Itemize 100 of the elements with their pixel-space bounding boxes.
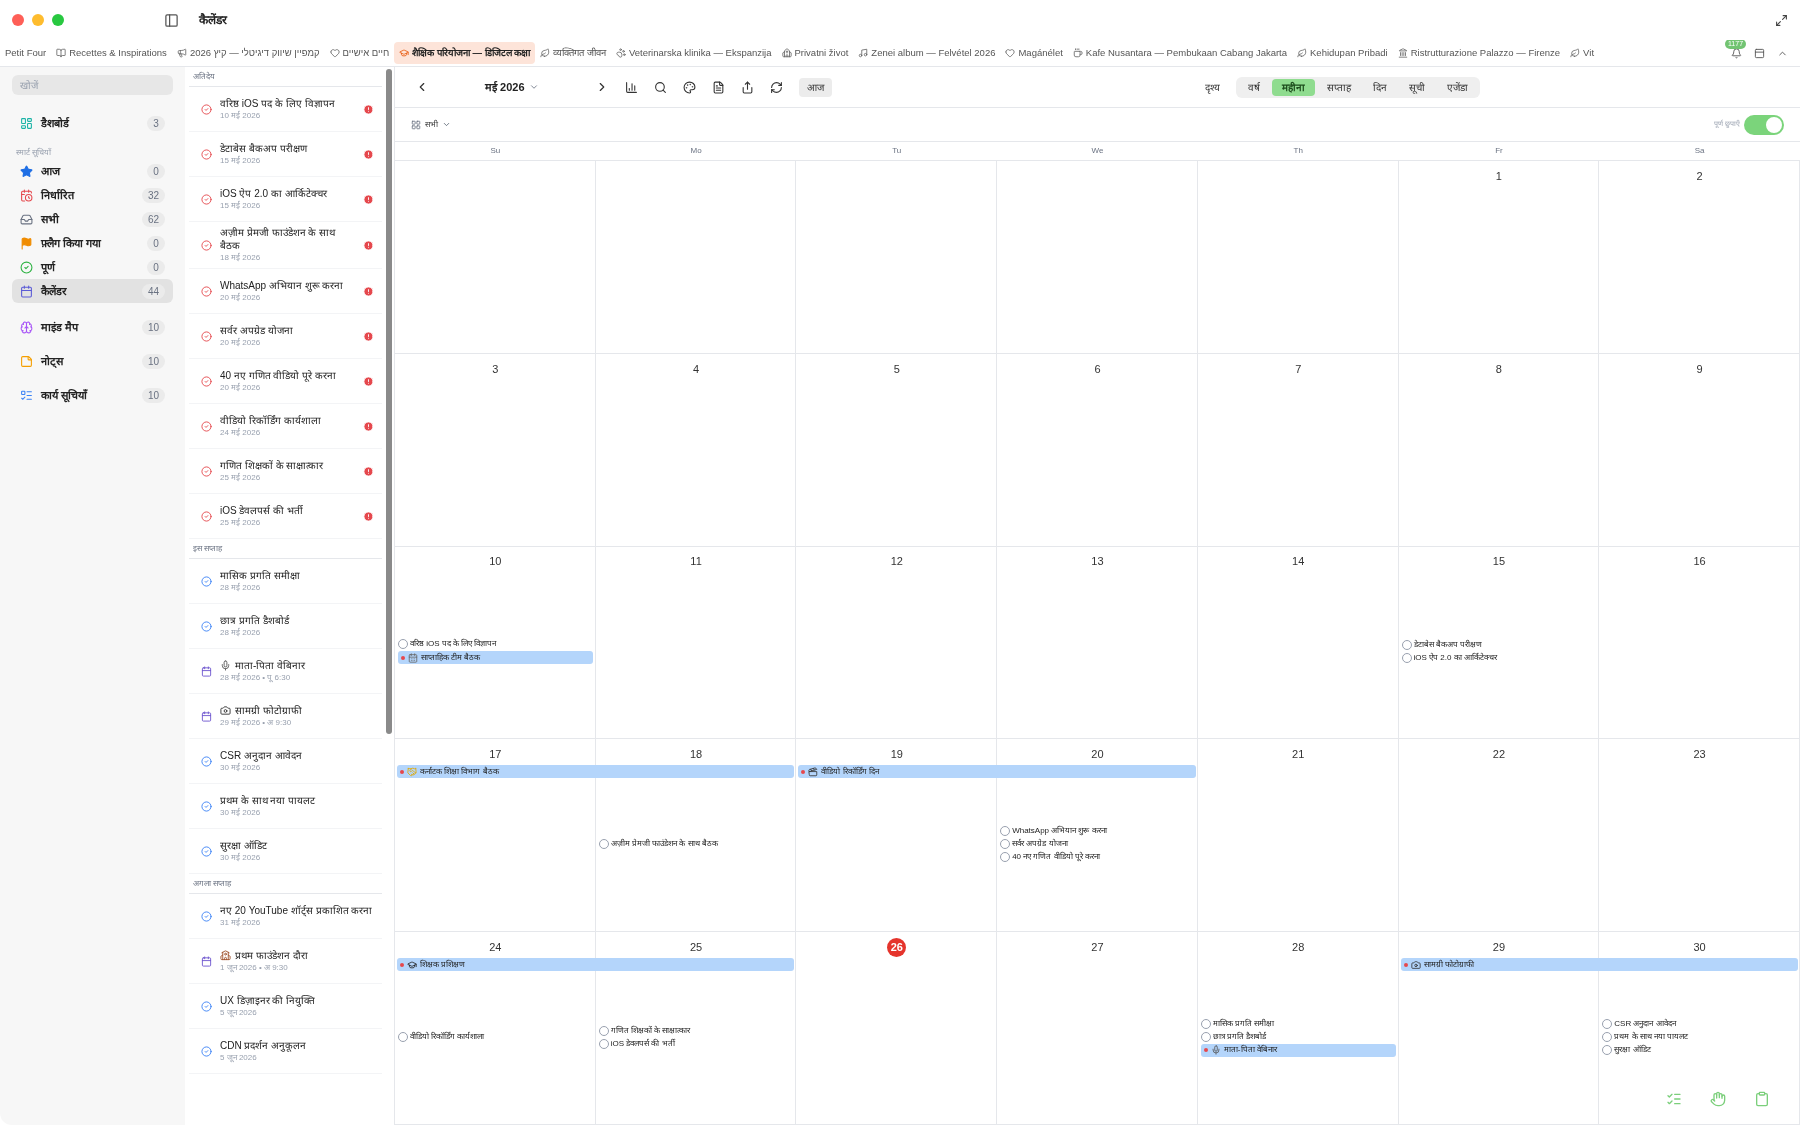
sidebar-item[interactable]: सभी 62 [12, 207, 173, 231]
project-tab[interactable]: Veterinarska klinika — Ekspanzija [610, 42, 777, 64]
task-checkbox[interactable] [1000, 852, 1011, 863]
filter-dropdown[interactable]: सभी [411, 118, 451, 131]
project-tab[interactable]: Kafe Nusantara — Pembukaan Cabang Jakarta [1067, 42, 1293, 64]
task-checkbox[interactable] [398, 1032, 408, 1043]
check-circle-icon[interactable] [201, 420, 212, 432]
view-tab[interactable]: दिन [1363, 78, 1397, 96]
event-bar[interactable]: शिक्षक प्रशिक्षण [397, 958, 795, 972]
check-circle-icon[interactable] [201, 510, 212, 522]
task-checkbox[interactable] [1602, 1032, 1613, 1043]
project-tab[interactable]: Magánélet [1000, 42, 1068, 64]
sidebar-item[interactable]: नोट्स 10 [12, 349, 173, 373]
check-circle-icon[interactable] [201, 375, 212, 387]
sidebar-toggle-icon[interactable] [164, 12, 179, 28]
project-tab[interactable]: व्यक्तिगत जीवन [535, 42, 611, 64]
event-bar[interactable]: साप्ताहिक टीम बैठक [398, 651, 593, 665]
task-checkbox[interactable] [1602, 1045, 1613, 1056]
toggle-switch[interactable] [1744, 114, 1784, 135]
task-checkbox[interactable] [598, 839, 609, 850]
event-bar[interactable]: वीडियो रिकॉर्डिंग दिन [798, 765, 1196, 779]
hand-icon[interactable] [1710, 1091, 1726, 1107]
minimize-window-button[interactable] [32, 14, 44, 26]
view-tab[interactable]: वर्ष [1238, 78, 1270, 96]
task-checkbox[interactable] [598, 1038, 609, 1049]
task-row[interactable]: वरिष्ठ iOS पद के लिए विज्ञापन 10 मई 2026 [189, 87, 382, 132]
view-tab[interactable]: सूची [1399, 78, 1435, 96]
panel-icon[interactable] [1754, 47, 1765, 59]
check-circle-icon[interactable] [201, 845, 212, 857]
check-circle-icon[interactable] [201, 285, 212, 297]
check-circle-icon[interactable] [201, 1000, 212, 1012]
bell-icon[interactable] [1731, 47, 1742, 59]
sidebar-item[interactable]: कार्य सूचियाँ 10 [12, 383, 173, 407]
project-tab[interactable]: Recettes & Inspirations [51, 42, 172, 64]
task-row[interactable]: अज़ीम प्रेमजी फाउंडेशन के साथ बैठक 18 मई 2026 [189, 222, 382, 269]
project-tab[interactable]: शैक्षिक परियोजना — डिजिटल कक्षा [394, 42, 536, 64]
check-circle-icon[interactable] [201, 575, 212, 587]
sidebar-item[interactable]: निर्धारित 32 [12, 183, 173, 207]
sidebar-item[interactable]: पूर्ण 0 [12, 255, 173, 279]
palette-icon[interactable] [682, 80, 696, 94]
task-row[interactable]: UX डिज़ाइनर की नियुक्ति 5 जून 2026 [189, 984, 382, 1029]
project-tab[interactable]: חיים אישיים [324, 42, 395, 64]
task-row[interactable]: iOS डेवलपर्स की भर्ती 25 मई 2026 [189, 494, 382, 539]
check-circle-icon[interactable] [201, 103, 212, 115]
event-bar[interactable]: कर्नाटक शिक्षा विभाग बैठक [397, 765, 795, 779]
share-icon[interactable] [740, 80, 754, 94]
check-circle-icon[interactable] [201, 755, 212, 767]
task-row[interactable]: छात्र प्रगति डैशबोर्ड 28 मई 2026 [189, 604, 382, 649]
check-circle-icon[interactable] [201, 239, 212, 251]
view-tab[interactable]: महीना [1272, 78, 1315, 96]
month-picker[interactable]: मई 2026 [485, 78, 539, 96]
task-row[interactable]: डेटाबेस बैकअप परीक्षण 15 मई 2026 [189, 132, 382, 177]
task-checkbox[interactable] [1602, 1019, 1613, 1030]
project-tab[interactable]: Privatni život [776, 42, 854, 64]
task-row[interactable]: मासिक प्रगति समीक्षा 28 मई 2026 [189, 559, 382, 604]
check-circle-icon[interactable] [201, 620, 212, 632]
task-checkbox[interactable] [1401, 653, 1412, 663]
event-bar[interactable]: सामग्री फोटोग्राफी [1400, 958, 1798, 972]
check-circle-icon[interactable] [201, 1045, 212, 1057]
task-row[interactable]: प्रथम के साथ नया पायलट 30 मई 2026 [189, 784, 382, 829]
checklist-icon[interactable] [1666, 1091, 1682, 1107]
zoom-window-button[interactable] [52, 14, 64, 26]
search-icon[interactable] [653, 80, 667, 94]
task-checkbox[interactable] [1200, 1018, 1211, 1029]
task-row[interactable]: सर्वर अपग्रेड योजना 20 मई 2026 [189, 314, 382, 359]
clipboard-icon[interactable] [1754, 1091, 1770, 1107]
task-checkbox[interactable] [1000, 826, 1011, 837]
document-icon[interactable] [711, 80, 725, 94]
check-circle-icon[interactable] [201, 465, 212, 477]
check-circle-icon[interactable] [201, 148, 212, 160]
check-circle-icon[interactable] [201, 193, 212, 205]
task-row[interactable]: iOS ऐप 2.0 का आर्किटेक्चर 15 मई 2026 [189, 177, 382, 222]
project-tab[interactable]: Vit [1565, 42, 1600, 64]
sidebar-item[interactable]: फ़्लैग किया गया 0 [12, 231, 173, 255]
check-circle-icon[interactable] [201, 910, 212, 922]
sidebar-item[interactable]: माइंड मैप 10 [12, 315, 173, 339]
bar-chart-icon[interactable] [624, 80, 638, 94]
task-row[interactable]: माता-पिता वेबिनार 28 मई 2026 • पू 6:30 [189, 649, 382, 694]
task-row[interactable]: 40 नए गणित वीडियो पूरे करना 20 मई 2026 [189, 359, 382, 404]
task-row[interactable]: प्रथम फाउंडेशन दौरा 1 जून 2026 • अ 9:30 [189, 939, 382, 984]
task-checkbox[interactable] [1000, 839, 1011, 850]
event-bar[interactable]: माता-पिता वेबिनार [1200, 1043, 1396, 1057]
today-button[interactable]: आज [798, 77, 832, 97]
project-tab[interactable]: קמפיין שיווק דיגיטלי — קיץ 2026 [171, 42, 325, 64]
task-checkbox[interactable] [398, 639, 408, 650]
refresh-icon[interactable] [769, 80, 783, 94]
task-row[interactable]: WhatsApp अभियान शुरू करना 20 मई 2026 [189, 269, 382, 314]
project-tab[interactable]: Petit Four [0, 42, 52, 64]
sidebar-item[interactable]: आज 0 [12, 159, 173, 183]
search-field[interactable]: खोजें [12, 75, 173, 95]
sidebar-item[interactable]: डैशबोर्ड 3 [12, 111, 173, 135]
task-checkbox[interactable] [1401, 640, 1412, 650]
project-tab[interactable]: Kehidupan Pribadi [1292, 42, 1393, 64]
task-row[interactable]: CSR अनुदान आवेदन 30 मई 2026 [189, 739, 382, 784]
scrollbar[interactable] [386, 69, 392, 734]
task-row[interactable]: CDN प्रदर्शन अनुकूलन 5 जून 2026 [189, 1029, 382, 1074]
close-window-button[interactable] [12, 14, 24, 26]
task-checkbox[interactable] [598, 1025, 609, 1036]
view-tab[interactable]: एजेंडा [1437, 78, 1478, 96]
check-circle-icon[interactable] [201, 330, 212, 342]
